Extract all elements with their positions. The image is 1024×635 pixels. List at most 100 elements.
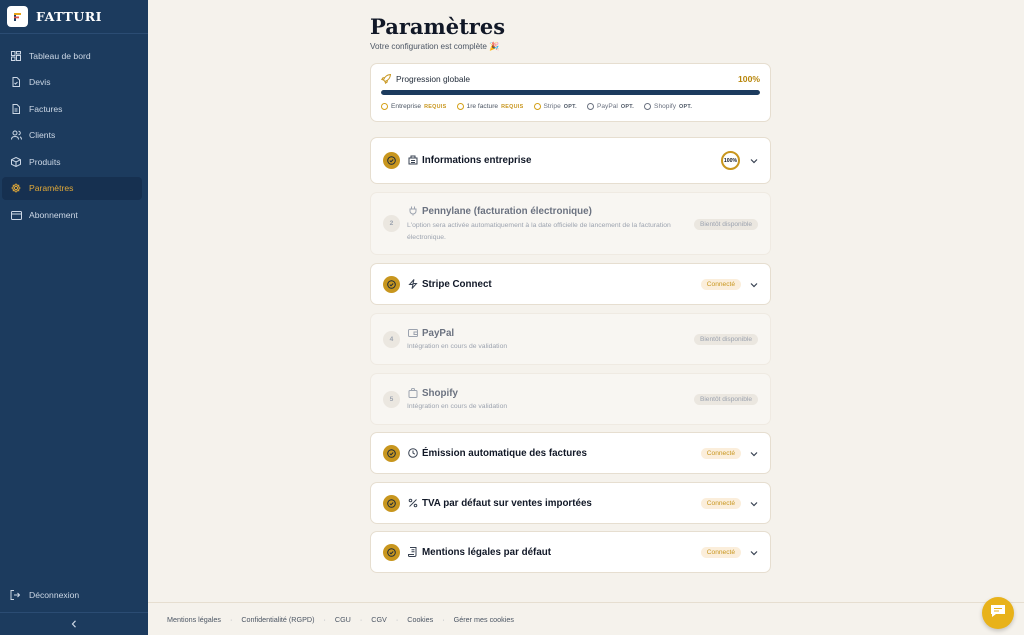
- step-tag: REQUIS: [501, 103, 524, 110]
- step-tag: OPT.: [679, 103, 693, 110]
- gear-icon: [10, 182, 22, 194]
- sidebar-item-factures[interactable]: Factures: [2, 97, 142, 120]
- shopping-bag-icon: [407, 387, 418, 398]
- chat-icon: [990, 604, 1006, 623]
- footer-link-mentions-legales[interactable]: Mentions légales: [167, 615, 221, 624]
- footer-link-gerer-cookies[interactable]: Gérer mes cookies: [454, 615, 514, 624]
- sidebar-item-dashboard[interactable]: Tableau de bord: [2, 44, 142, 67]
- progress-percent: 100%: [738, 74, 760, 84]
- completed-check-icon: [383, 544, 400, 561]
- step-label: PayPal: [596, 103, 618, 110]
- progress-label: Progression globale: [396, 74, 471, 84]
- rocket-icon: [381, 74, 391, 84]
- logo-icon: [7, 6, 28, 27]
- page-subtitle: Votre configuration est complète 🎉: [370, 42, 500, 51]
- chevron-down-icon[interactable]: [749, 280, 758, 289]
- chevron-left-icon: [71, 615, 77, 633]
- sidebar: FATTURI Tableau de bord Devis Factures C…: [0, 0, 148, 635]
- dashboard-icon: [10, 50, 22, 62]
- chevron-down-icon[interactable]: [749, 499, 758, 508]
- footer-link-cookies[interactable]: Cookies: [407, 615, 433, 624]
- step-paypal: PayPal OPT.: [586, 103, 634, 110]
- footer-link-cgu[interactable]: CGU: [335, 615, 351, 624]
- step-check-icon: [381, 103, 388, 110]
- status-badge: Connecté: [700, 498, 741, 509]
- chevron-down-icon[interactable]: [749, 449, 758, 458]
- progress-bar: [381, 90, 760, 95]
- collapse-sidebar-button[interactable]: [0, 612, 148, 635]
- section-informations-entreprise[interactable]: Informations entreprise 100%: [370, 137, 771, 184]
- completed-check-icon: [383, 276, 400, 293]
- clock-icon: [407, 447, 418, 458]
- progress-header: Progression globale 100%: [381, 74, 760, 84]
- section-tva-par-defaut[interactable]: TVA par défaut sur ventes importées Conn…: [370, 482, 771, 524]
- footer-link-confidentialite[interactable]: Confidentialité (RGPD): [241, 615, 314, 624]
- footer-link-cgv[interactable]: CGV: [371, 615, 387, 624]
- section-description: Intégration en cours de validation: [407, 343, 508, 350]
- footer-separator: ·: [229, 614, 233, 624]
- sidebar-item-label: Factures: [29, 103, 63, 114]
- step-check-icon: [456, 103, 464, 110]
- brand[interactable]: FATTURI: [0, 0, 148, 34]
- section-shopify: 5 Shopify Intégration en cours de valida…: [370, 373, 771, 425]
- invoice-icon: [10, 103, 22, 115]
- step-number: 5: [383, 391, 400, 408]
- lightning-icon: [407, 278, 418, 289]
- sidebar-item-label: Abonnement: [29, 210, 78, 221]
- sidebar-item-label: Devis: [29, 77, 51, 88]
- sidebar-item-clients[interactable]: Clients: [2, 124, 142, 147]
- completed-check-icon: [383, 152, 400, 169]
- chevron-down-icon[interactable]: [749, 156, 758, 165]
- section-mentions-legales[interactable]: Mentions légales par défaut Connecté: [370, 531, 771, 573]
- wallet-icon: [407, 327, 418, 338]
- section-emission-automatique[interactable]: Émission automatique des factures Connec…: [370, 432, 771, 474]
- step-number: 4: [383, 331, 400, 348]
- step-tag: OPT.: [563, 103, 577, 110]
- section-title: Mentions légales par défaut: [422, 547, 552, 558]
- completed-check-icon: [383, 445, 400, 462]
- step-label: Shopify: [654, 103, 677, 110]
- step-label: Entreprise: [391, 103, 422, 110]
- brand-name: FATTURI: [36, 9, 102, 24]
- section-paypal: 4 PayPal Intégration en cours de validat…: [370, 313, 771, 365]
- chat-button[interactable]: [982, 597, 1014, 629]
- step-circle-icon: [644, 103, 652, 110]
- logout-label: Déconnexion: [29, 590, 80, 600]
- percent-icon: [407, 497, 418, 508]
- users-icon: [10, 129, 22, 141]
- logout-button[interactable]: Déconnexion: [2, 585, 142, 605]
- chevron-down-icon[interactable]: [749, 548, 758, 557]
- quote-icon: [10, 76, 22, 88]
- section-title: Pennylane (facturation électronique): [422, 206, 592, 217]
- step-stripe: Stripe OPT.: [533, 103, 577, 110]
- sidebar-item-label: Tableau de bord: [29, 50, 91, 61]
- sidebar-item-label: Paramètres: [29, 183, 74, 194]
- section-title: Shopify: [422, 388, 458, 399]
- completion-ring: 100%: [721, 151, 740, 170]
- step-number: 2: [383, 215, 400, 232]
- section-description: Intégration en cours de validation: [407, 403, 508, 410]
- step-shopify: Shopify OPT.: [644, 103, 692, 110]
- step-circle-icon: [586, 103, 594, 110]
- section-title: Émission automatique des factures: [422, 448, 587, 459]
- sidebar-item-parametres[interactable]: Paramètres: [2, 176, 142, 200]
- footer-separator: ·: [395, 614, 399, 624]
- sidebar-item-abonnement[interactable]: Abonnement: [2, 204, 142, 227]
- section-stripe-connect[interactable]: Stripe Connect Connecté: [370, 263, 771, 305]
- status-badge: Connecté: [700, 279, 741, 290]
- step-entreprise: Entreprise REQUIS: [381, 103, 447, 110]
- footer-separator: ·: [359, 614, 363, 624]
- step-tag: REQUIS: [424, 103, 447, 110]
- footer-separator: ·: [323, 614, 326, 624]
- section-title: PayPal: [422, 328, 455, 339]
- sidebar-item-produits[interactable]: Produits: [2, 150, 142, 173]
- page-title: Paramètres: [370, 14, 506, 39]
- sidebar-item-devis[interactable]: Devis: [2, 71, 142, 94]
- section-title: TVA par défaut sur ventes importées: [422, 498, 592, 509]
- status-badge: Bientôt disponible: [693, 219, 758, 230]
- status-badge: Connecté: [700, 547, 741, 558]
- sidebar-item-label: Produits: [29, 156, 61, 167]
- section-description: L'option sera activée automatiquement à …: [407, 222, 671, 241]
- section-title: Informations entreprise: [422, 155, 532, 166]
- status-badge: Bientôt disponible: [693, 334, 758, 345]
